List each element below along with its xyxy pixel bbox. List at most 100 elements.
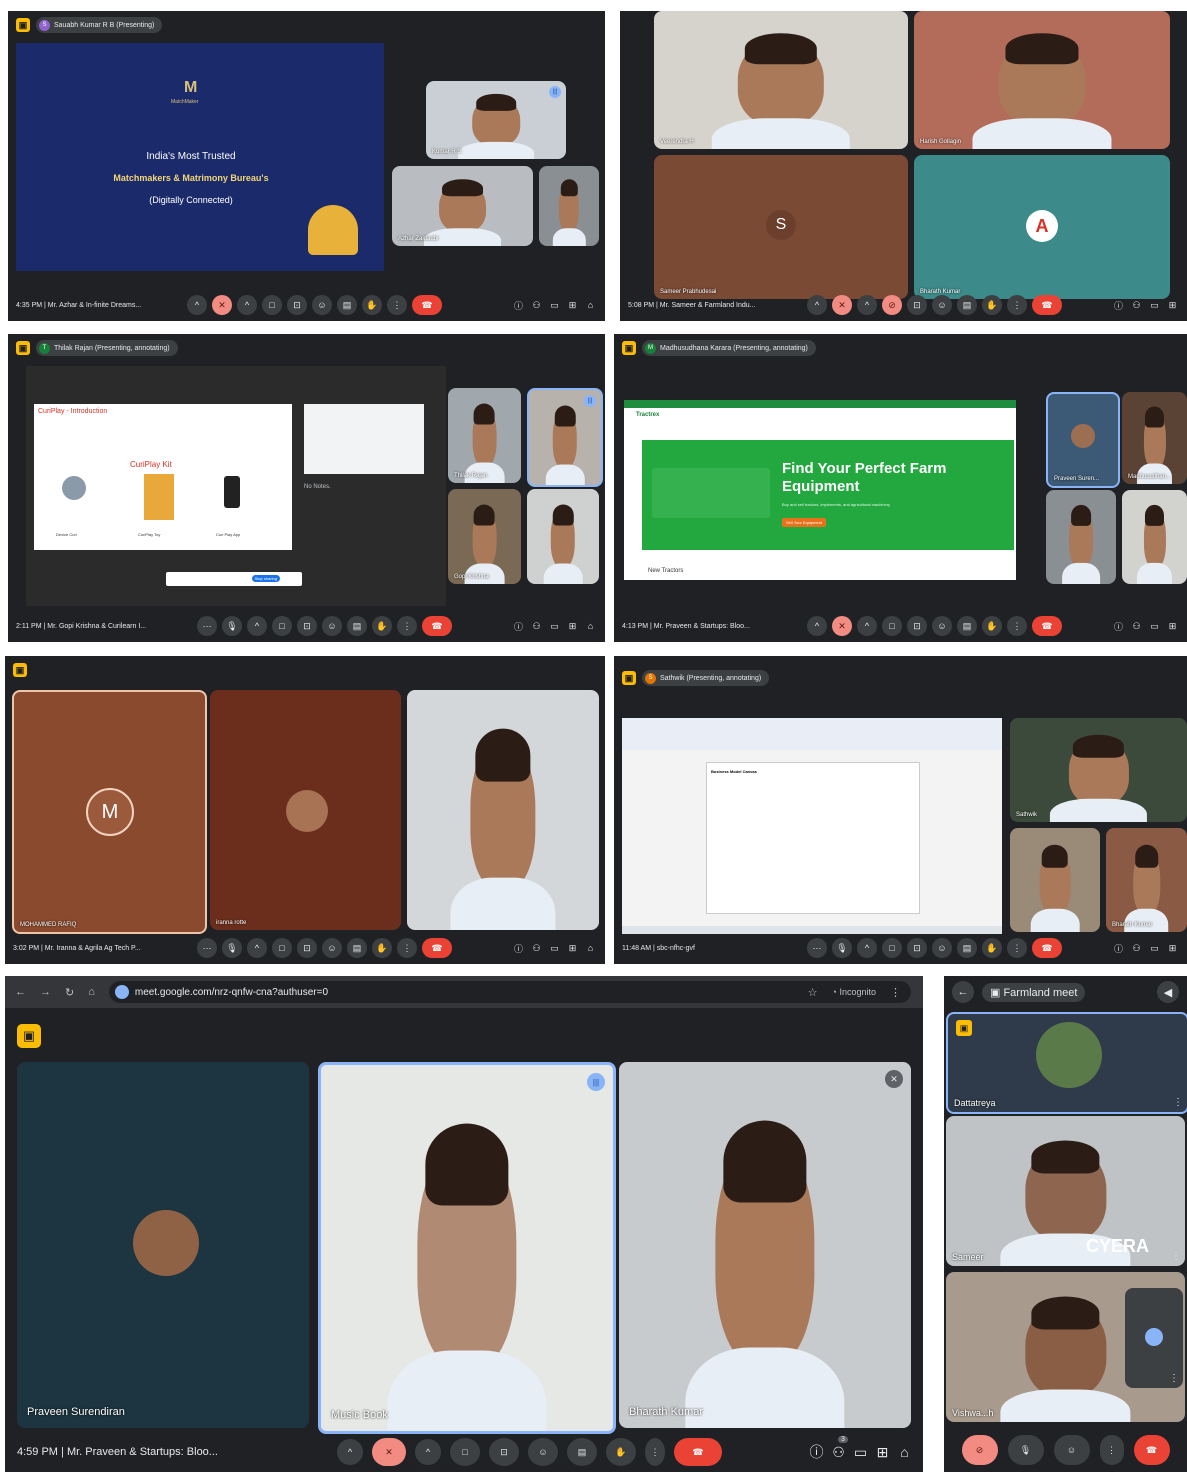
emoji-button[interactable]: ☺	[322, 938, 342, 958]
participant-tile[interactable]	[539, 166, 599, 246]
participant-tile[interactable]: Azhar Zaidaubi	[392, 166, 533, 246]
emoji-button[interactable]: ☺	[932, 295, 952, 315]
participant-tile[interactable]: Veerendra H	[654, 11, 908, 149]
people-icon[interactable]: ⚇	[530, 620, 543, 633]
participant-tile[interactable]: ||| Kumar R S	[426, 81, 566, 159]
participant-tile[interactable]: Thilak Rajan	[448, 388, 521, 483]
emoji-button[interactable]: ☺	[322, 616, 342, 636]
more-icon[interactable]: ⋮	[397, 616, 417, 636]
info-icon[interactable]: ⓘ	[512, 620, 525, 633]
cta-button[interactable]: Sell Your Equipment	[782, 518, 827, 527]
camera-off-icon[interactable]: ⊘	[882, 295, 902, 315]
info-icon[interactable]: ⓘ	[512, 942, 525, 955]
participant-tile[interactable]: CYERA Sameer ⋮	[946, 1116, 1185, 1266]
participant-tile[interactable]	[1122, 490, 1187, 584]
lock-icon[interactable]: ⌂	[584, 942, 597, 955]
participant-tile[interactable]: M MOHAMMED RAFIQ	[12, 690, 207, 934]
camera-off-icon[interactable]: ⊘	[961, 1435, 998, 1465]
camera-button[interactable]: □	[882, 938, 902, 958]
participant-tile[interactable]: Sathwik	[1010, 718, 1187, 822]
stop-sharing-button[interactable]: Stop sharing	[251, 575, 280, 582]
camera-options-button[interactable]: ^	[857, 295, 877, 315]
mic-options-button[interactable]: ^	[807, 616, 827, 636]
chat-icon[interactable]: ▭	[1148, 620, 1161, 633]
activities-icon[interactable]: ⊞	[566, 942, 579, 955]
present-button[interactable]: ⊡	[297, 616, 317, 636]
lock-icon[interactable]: ⌂	[584, 620, 597, 633]
people-icon[interactable]: ⚇ 3	[832, 1435, 848, 1460]
present-button[interactable]: ⊡	[907, 616, 927, 636]
more-icon[interactable]: ⋮	[1007, 295, 1027, 315]
camera-button[interactable]: □	[272, 616, 292, 636]
people-icon[interactable]: ⚇	[1130, 299, 1143, 312]
more-icon[interactable]: ⋮	[1173, 1097, 1183, 1108]
participant-tile[interactable]	[527, 489, 599, 584]
camera-options-button[interactable]: ^	[415, 1439, 441, 1465]
participant-tile[interactable]: A Bharath Kumar	[914, 155, 1170, 299]
emoji-button[interactable]: ☺	[1053, 1435, 1090, 1465]
present-button[interactable]: ⊡	[489, 1438, 519, 1466]
end-call-icon[interactable]: ☎	[412, 295, 442, 315]
more-icon[interactable]: ⋮	[1169, 1373, 1179, 1384]
lock-icon[interactable]: ⌂	[584, 299, 597, 312]
more-icon[interactable]: ⋮	[397, 938, 417, 958]
more-options-button[interactable]: ⋯	[807, 938, 827, 958]
camera-options-button[interactable]: ^	[237, 295, 257, 315]
participant-tile[interactable]: ✕ Bharath Kumar	[619, 1062, 911, 1428]
mic-options-button[interactable]: ^	[187, 295, 207, 315]
more-icon[interactable]: ⋮	[1007, 616, 1027, 636]
captions-button[interactable]: ▤	[957, 938, 977, 958]
participant-tile[interactable]	[1046, 490, 1116, 584]
present-button[interactable]: ⊡	[287, 295, 307, 315]
present-button[interactable]: ⊡	[907, 938, 927, 958]
participant-tile[interactable]: Madhusudhan...	[1122, 392, 1187, 484]
address-bar[interactable]: meet.google.com/nrz-qnfw-cna?authuser=0 …	[108, 981, 911, 1003]
camera-options-button[interactable]: ^	[857, 616, 877, 636]
back-icon[interactable]: ←	[15, 986, 26, 998]
activities-icon[interactable]: ⊞	[1166, 942, 1179, 955]
camera-off-icon[interactable]: ▣	[16, 18, 30, 32]
camera-options-button[interactable]: ^	[857, 938, 877, 958]
participant-tile[interactable]: |||	[527, 388, 603, 487]
more-options-button[interactable]: ⋯	[197, 616, 217, 636]
mic-icon[interactable]: 🎙	[222, 938, 242, 958]
mic-off-icon[interactable]: ✕	[212, 295, 232, 315]
emoji-button[interactable]: ☺	[932, 938, 952, 958]
site-info-icon[interactable]	[114, 985, 129, 999]
chat-icon[interactable]: ▭	[1148, 299, 1161, 312]
lock-icon[interactable]: ⌂	[898, 1444, 911, 1460]
mic-off-icon[interactable]: ✕	[832, 295, 852, 315]
hand-icon[interactable]: ✋	[982, 938, 1002, 958]
info-icon[interactable]: ⓘ	[1112, 299, 1125, 312]
people-icon[interactable]: ⚇	[1130, 620, 1143, 633]
hand-icon[interactable]: ✋	[982, 616, 1002, 636]
participant-tile[interactable]	[407, 690, 599, 930]
people-icon[interactable]: ⚇	[530, 299, 543, 312]
camera-button[interactable]: □	[272, 938, 292, 958]
activities-icon[interactable]: ⊞	[1166, 299, 1179, 312]
captions-button[interactable]: ▤	[957, 616, 977, 636]
camera-button[interactable]: □	[882, 616, 902, 636]
camera-off-icon[interactable]: ▣	[16, 341, 30, 355]
incognito-badge[interactable]: ◔ Incognito	[832, 987, 876, 997]
participant-tile[interactable]: Praveen Suren...	[1046, 392, 1120, 488]
info-icon[interactable]: ⓘ	[1112, 620, 1125, 633]
activities-icon[interactable]: ⊞	[566, 299, 579, 312]
self-view[interactable]: ⋮	[1125, 1288, 1183, 1388]
camera-off-icon[interactable]: ▣	[13, 663, 27, 677]
participant-tile[interactable]: ▣ Dattatreya ⋮	[946, 1012, 1187, 1114]
hand-icon[interactable]: ✋	[606, 1438, 636, 1466]
end-call-icon[interactable]: ☎	[422, 938, 452, 958]
end-call-icon[interactable]: ☎	[674, 1438, 722, 1466]
participant-tile[interactable]: ||| Music Book	[318, 1062, 616, 1434]
end-call-icon[interactable]: ☎	[1032, 295, 1062, 315]
chat-icon[interactable]: ▭	[548, 299, 561, 312]
emoji-button[interactable]: ☺	[932, 616, 952, 636]
camera-off-icon[interactable]: ▣	[622, 341, 636, 355]
chat-icon[interactable]: ▭	[1148, 942, 1161, 955]
home-icon[interactable]: ⌂	[88, 986, 95, 998]
participant-tile[interactable]	[1010, 828, 1100, 932]
info-icon[interactable]: ⓘ	[810, 1444, 824, 1460]
mic-off-icon[interactable]: ✕	[372, 1438, 406, 1466]
camera-options-button[interactable]: ^	[247, 616, 267, 636]
